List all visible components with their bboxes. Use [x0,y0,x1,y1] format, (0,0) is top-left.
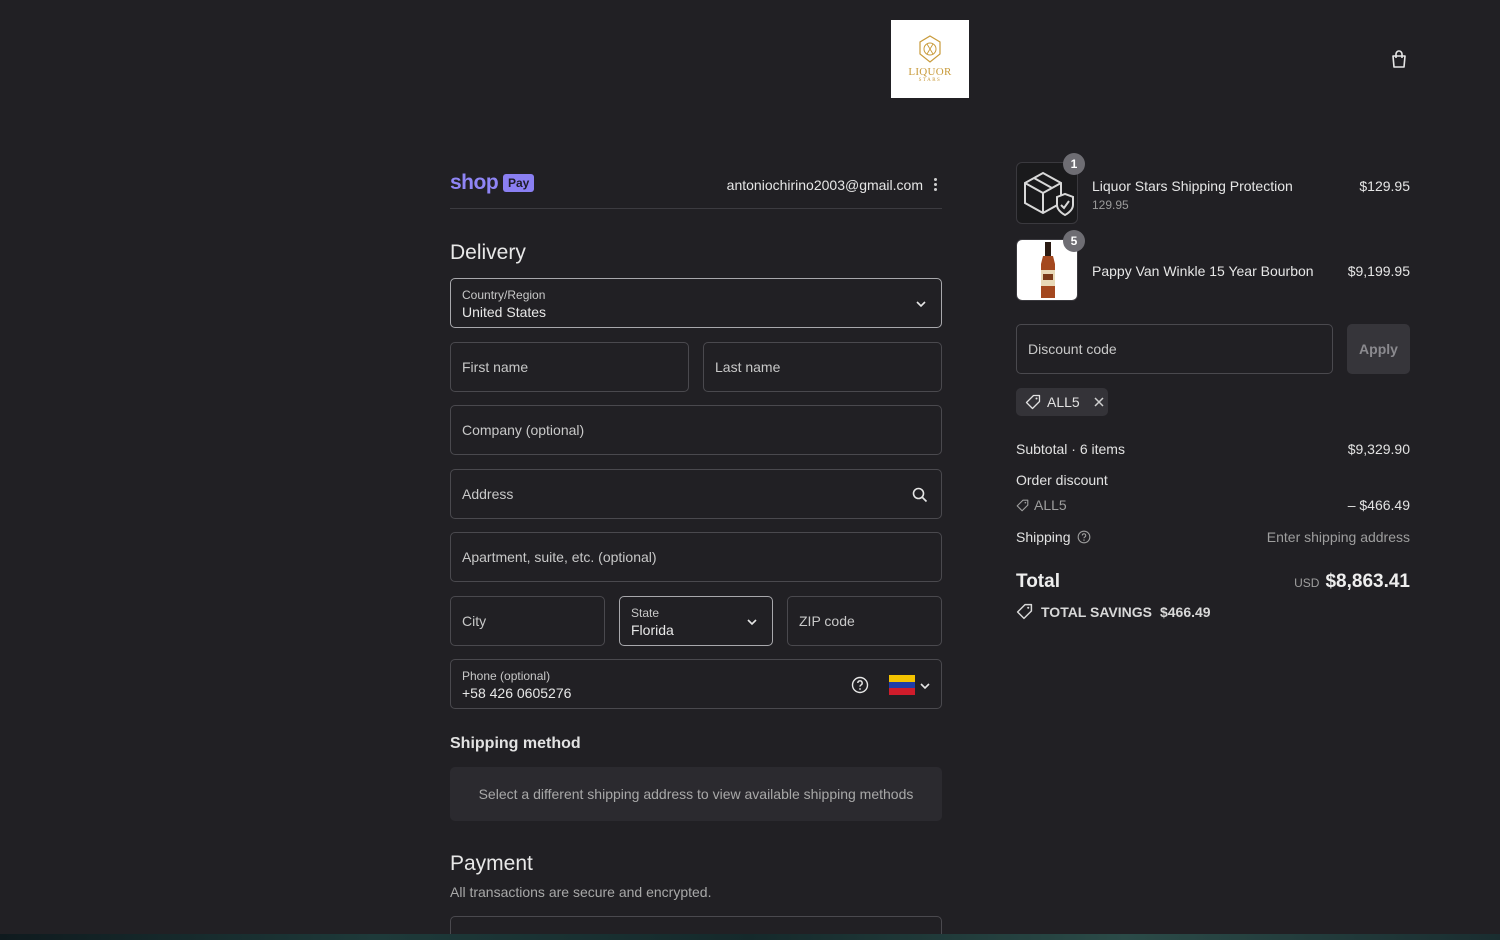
shopping-bag-icon[interactable] [1387,47,1411,71]
search-icon[interactable] [912,487,928,503]
venezuela-flag-icon[interactable] [889,675,915,695]
total-currency: USD [1294,576,1320,590]
city-field[interactable]: City [450,596,605,646]
total-amount: USD $8,863.41 [1294,571,1410,593]
savings-value: $466.49 [1159,603,1211,620]
total-value: $8,863.41 [1325,571,1410,592]
country-select[interactable]: Country/Region United States [450,278,942,328]
company-placeholder: Company (optional) [462,422,585,438]
first-name-placeholder: First name [462,359,529,375]
item-price: $129.95 [1359,178,1410,194]
shipping-method-notice: Select a different shipping address to v… [450,767,942,821]
line-item: 1 Liquor Stars Shipping Protection 129.9… [1016,153,1410,224]
applied-discount-code: ALL5 [1047,394,1080,410]
address-placeholder: Address [462,486,514,502]
more-options-icon[interactable] [930,174,940,194]
store-logo[interactable]: LIQUOR STARS [891,20,969,98]
city-placeholder: City [462,613,487,629]
last-name-field[interactable]: Last name [703,342,942,392]
savings-label: TOTAL SAVINGS [1041,603,1152,620]
state-value: Florida [631,622,674,638]
order-discount-code-row: ALL5 [1016,497,1067,513]
shop-pay-account-row: shop Pay antoniochirino2003@gmail.com [450,170,942,209]
country-value: United States [462,304,547,320]
discount-code-input[interactable]: Discount code [1016,324,1333,374]
country-label: Country/Region [462,288,546,302]
subtotal-label: Subtotal · 6 items [1016,441,1125,457]
order-discount-label: Order discount [1016,472,1108,488]
address-field[interactable]: Address [450,469,942,519]
quantity-badge: 5 [1063,230,1085,252]
logo-subtext: STARS [918,78,942,83]
tag-icon [1016,603,1033,620]
total-label: Total [1016,571,1060,592]
shop-pay-badge: Pay [503,174,535,192]
shop-pay-logo: shop [450,171,499,194]
chevron-down-icon [916,301,926,308]
shipping-row: Shipping [1016,529,1091,545]
apply-discount-button[interactable]: Apply [1347,324,1410,374]
account-email: antoniochirino2003@gmail.com [726,177,923,193]
chevron-down-icon[interactable] [919,680,931,692]
phone-label: Phone (optional) [462,669,551,683]
apartment-field[interactable]: Apartment, suite, etc. (optional) [450,532,942,582]
shipping-method-heading: Shipping method [450,735,581,752]
line-item: 5 Pappy Van Winkle 15 Year Bourbon $9,19… [1016,230,1410,301]
first-name-field[interactable]: First name [450,342,689,392]
total-savings: TOTAL SAVINGS $466.49 [1016,603,1211,620]
order-discount-code: ALL5 [1034,497,1067,513]
item-name: Pappy Van Winkle 15 Year Bourbon [1092,263,1314,279]
shipping-label: Shipping [1016,529,1071,545]
logo-emblem-icon [919,35,941,63]
item-price: $9,199.95 [1347,263,1410,279]
company-field[interactable]: Company (optional) [450,405,942,455]
payment-heading: Payment [450,852,533,875]
phone-field[interactable]: Phone (optional) +58 426 0605276 [450,659,942,709]
last-name-placeholder: Last name [715,359,781,375]
apartment-placeholder: Apartment, suite, etc. (optional) [462,549,657,565]
remove-discount-close-icon[interactable] [1092,395,1106,409]
phone-value: +58 426 0605276 [462,685,572,701]
tag-icon [1025,394,1041,410]
help-circle-icon[interactable] [851,676,869,694]
shipping-value: Enter shipping address [1266,529,1410,545]
help-circle-icon[interactable] [1077,530,1091,544]
state-select[interactable]: State Florida [619,596,773,646]
subtotal-value: $9,329.90 [1347,441,1410,457]
state-label: State [631,606,660,620]
logo-text: LIQUOR [908,66,952,78]
applied-discount-chip: ALL5 [1016,388,1108,416]
bottom-edge-strip [0,934,1500,940]
item-variant: 129.95 [1092,198,1129,212]
zip-field[interactable]: ZIP code [787,596,942,646]
payment-secure-note: All transactions are secure and encrypte… [450,884,712,900]
discount-code-placeholder: Discount code [1028,341,1117,357]
delivery-heading: Delivery [450,241,526,264]
zip-placeholder: ZIP code [799,613,855,629]
item-name: Liquor Stars Shipping Protection [1092,178,1293,194]
chevron-down-icon [747,619,757,626]
quantity-badge: 1 [1063,153,1085,175]
tag-icon [1016,499,1029,511]
order-discount-value: – $466.49 [1347,497,1410,513]
